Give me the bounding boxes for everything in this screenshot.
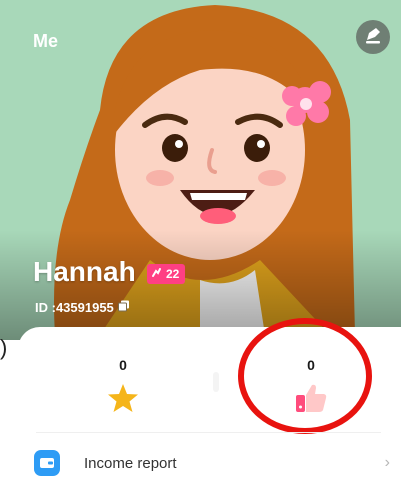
income-report-item[interactable]: Income report ›	[34, 448, 394, 478]
profile-name: Hannah	[33, 256, 136, 287]
divider	[36, 432, 381, 433]
wallet-icon	[34, 450, 60, 476]
edit-profile-button[interactable]	[356, 20, 390, 54]
profile-hero: Me Hannah 22 ID :43591955	[0, 0, 401, 340]
stat-stars[interactable]: 0	[63, 357, 183, 418]
red-circle-annotation	[238, 318, 372, 434]
user-id[interactable]: ID :43591955	[35, 300, 130, 315]
chevron-right-icon: ›	[384, 454, 390, 471]
star-icon	[107, 383, 139, 418]
edit-icon	[363, 25, 383, 50]
copy-icon[interactable]	[117, 300, 130, 315]
stats-divider	[213, 372, 219, 392]
level-value: 22	[166, 267, 180, 281]
user-id-text: ID :43591955	[35, 300, 114, 315]
page-title: Me	[33, 31, 59, 51]
annotation-paren: )	[0, 335, 8, 360]
level-badge: 22	[147, 264, 186, 284]
avatar	[0, 0, 401, 340]
stars-count: 0	[119, 357, 127, 373]
level-icon	[151, 267, 162, 281]
income-report-label: Income report	[84, 454, 177, 472]
